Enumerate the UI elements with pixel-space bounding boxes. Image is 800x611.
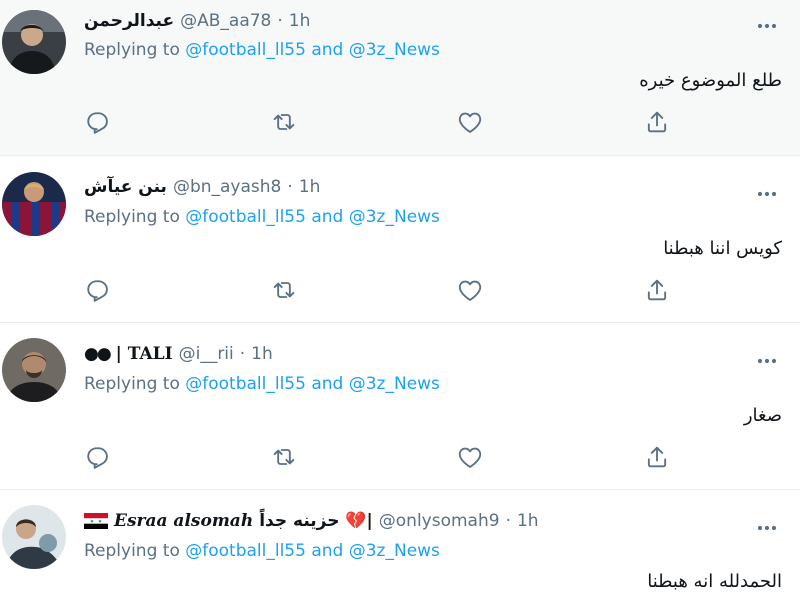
replying-to: Replying to @football_ll55 and @3z_News	[84, 372, 440, 396]
separator: ·	[277, 11, 283, 31]
mention-link[interactable]: @football_ll55	[185, 541, 306, 561]
replying-prefix: Replying to	[84, 207, 180, 227]
retweet-icon[interactable]	[270, 108, 298, 136]
tweet-text: الحمدلله انه هبطنا	[647, 571, 782, 592]
heart-icon[interactable]	[456, 276, 484, 304]
mention-link[interactable]: @football_ll55	[185, 40, 306, 60]
mention-conjunction[interactable]: and	[311, 541, 343, 561]
avatar[interactable]	[2, 172, 66, 236]
tweet-header: بنن عيآش @bn_ayash8 · 1h	[84, 175, 320, 199]
tweet[interactable]: Esraa alsomah |💔 حزينه جداً @onlysomah9 …	[0, 490, 800, 611]
reply-icon[interactable]	[83, 443, 111, 471]
tweet-text: صغار	[743, 405, 782, 426]
tweet-header: Esraa alsomah |💔 حزينه جداً @onlysomah9 …	[84, 509, 539, 533]
mention-conjunction[interactable]: and	[311, 207, 343, 227]
heart-icon[interactable]	[456, 108, 484, 136]
retweet-icon[interactable]	[270, 443, 298, 471]
replying-to: Replying to @football_ll55 and @3z_News	[84, 539, 440, 563]
mention-link[interactable]: @3z_News	[349, 207, 440, 227]
handle[interactable]: @onlysomah9	[379, 511, 500, 531]
tweet-actions	[0, 108, 800, 140]
avatar[interactable]	[2, 10, 66, 74]
share-icon[interactable]	[643, 108, 671, 136]
reply-icon[interactable]	[83, 108, 111, 136]
share-icon[interactable]	[643, 276, 671, 304]
timestamp[interactable]: 1h	[289, 11, 311, 31]
mention-link[interactable]: @3z_News	[349, 541, 440, 561]
avatar[interactable]	[2, 338, 66, 402]
replying-to: Replying to @football_ll55 and @3z_News	[84, 38, 440, 62]
more-horizontal-icon[interactable]	[756, 517, 778, 525]
handle[interactable]: @AB_aa78	[180, 11, 271, 31]
more-horizontal-icon[interactable]	[756, 183, 778, 191]
separator: ·	[505, 511, 511, 531]
tweet-text: كويس اننا هبطنا	[663, 238, 782, 259]
tweet-actions	[0, 443, 800, 475]
display-name[interactable]: Esraa alsomah	[114, 511, 253, 531]
tweet-text: طلع الموضوع خيره	[639, 70, 782, 91]
tweet-actions	[0, 276, 800, 308]
display-name[interactable]: | TALI	[116, 344, 173, 364]
tweet[interactable]: عبدالرحمن @AB_aa78 · 1h Replying to @foo…	[0, 0, 800, 156]
tweet[interactable]: ●● | TALI @i__rii · 1h Replying to @foot…	[0, 323, 800, 490]
display-name-symbol[interactable]: ●●	[84, 344, 112, 364]
heart-icon[interactable]	[456, 443, 484, 471]
mention-link[interactable]: @3z_News	[349, 40, 440, 60]
mention-link[interactable]: @football_ll55	[185, 374, 306, 394]
display-name[interactable]: بنن عيآش	[84, 177, 167, 197]
handle[interactable]: @i__rii	[179, 344, 234, 364]
replying-prefix: Replying to	[84, 541, 180, 561]
display-name-arabic[interactable]: |💔 حزينه جداً	[259, 511, 373, 531]
tweet-header: ●● | TALI @i__rii · 1h	[84, 342, 273, 366]
share-icon[interactable]	[643, 443, 671, 471]
mention-link[interactable]: @3z_News	[349, 374, 440, 394]
timestamp[interactable]: 1h	[251, 344, 273, 364]
tweet[interactable]: بنن عيآش @bn_ayash8 · 1h Replying to @fo…	[0, 156, 800, 323]
retweet-icon[interactable]	[270, 276, 298, 304]
separator: ·	[287, 177, 293, 197]
mention-link[interactable]: @football_ll55	[185, 207, 306, 227]
mention-conjunction[interactable]: and	[311, 40, 343, 60]
display-name[interactable]: عبدالرحمن	[84, 11, 174, 31]
tweet-header: عبدالرحمن @AB_aa78 · 1h	[84, 9, 310, 33]
handle[interactable]: @bn_ayash8	[173, 177, 281, 197]
more-horizontal-icon[interactable]	[756, 15, 778, 23]
replying-prefix: Replying to	[84, 374, 180, 394]
more-horizontal-icon[interactable]	[756, 350, 778, 358]
avatar[interactable]	[2, 505, 66, 569]
replying-prefix: Replying to	[84, 40, 180, 60]
syria-flag-icon	[84, 513, 108, 529]
replying-to: Replying to @football_ll55 and @3z_News	[84, 205, 440, 229]
mention-conjunction[interactable]: and	[311, 374, 343, 394]
separator: ·	[239, 344, 246, 364]
timestamp[interactable]: 1h	[299, 177, 321, 197]
timestamp[interactable]: 1h	[517, 511, 539, 531]
reply-icon[interactable]	[83, 276, 111, 304]
